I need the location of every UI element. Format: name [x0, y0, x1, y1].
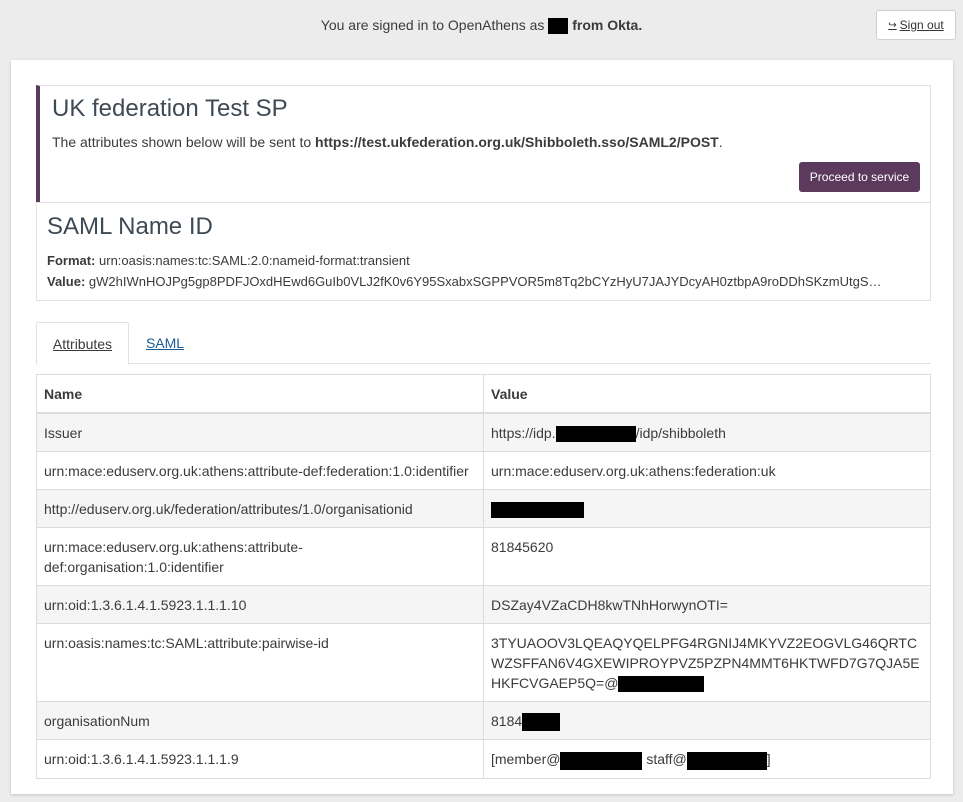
attribute-value	[483, 489, 931, 528]
sign-out-button[interactable]: ↪ Sign out	[876, 10, 956, 40]
column-header-name: Name	[36, 374, 484, 414]
service-endpoint: https://test.ukfederation.org.uk/Shibbol…	[315, 134, 719, 150]
table-header-row: Name Value	[36, 374, 931, 414]
attribute-name: urn:mace:eduserv.org.uk:athens:attribute…	[36, 451, 484, 490]
attribute-value: [member@ staff@]	[483, 739, 931, 779]
table-row: urn:mace:eduserv.org.uk:athens:attribute…	[36, 451, 931, 490]
redacted-value	[522, 713, 561, 732]
attribute-name: urn:oasis:names:tc:SAML:attribute:pairwi…	[36, 623, 484, 702]
proceed-to-service-button[interactable]: Proceed to service	[799, 162, 920, 192]
tab-bar: Attributes SAML	[36, 322, 931, 365]
attribute-value: https://idp./idp/shibboleth	[483, 412, 931, 452]
table-row: organisationNum 8184	[36, 700, 931, 741]
attribute-value: 8184	[483, 700, 931, 741]
attribute-name: urn:oid:1.3.6.1.4.1.5923.1.1.1.10	[36, 585, 484, 624]
redacted-value	[555, 426, 636, 443]
attribute-value: urn:mace:eduserv.org.uk:athens:federatio…	[483, 451, 931, 490]
table-row: http://eduserv.org.uk/federation/attribu…	[36, 489, 931, 528]
nameid-value: Value: gW2hIWnHOJPg5gp8PDFJOxdHEwd6GuIb0…	[47, 274, 882, 289]
table-row: urn:mace:eduserv.org.uk:athens:attribute…	[36, 527, 931, 586]
redacted-value	[491, 502, 584, 519]
attribute-name: organisationNum	[36, 700, 484, 741]
tab-attributes[interactable]: Attributes	[36, 322, 129, 365]
attribute-name: urn:mace:eduserv.org.uk:athens:attribute…	[36, 527, 484, 586]
nameid-format: Format: urn:oasis:names:tc:SAML:2.0:name…	[47, 253, 410, 268]
top-bar: You are signed in to OpenAthens as from …	[0, 0, 963, 50]
redacted-username	[548, 18, 569, 35]
redacted-value	[618, 676, 705, 693]
sign-out-icon: ↪	[888, 19, 897, 31]
table-row: Issuer https://idp./idp/shibboleth	[36, 412, 931, 452]
column-header-value: Value	[483, 374, 931, 414]
redacted-value	[560, 751, 643, 770]
attribute-name: urn:oid:1.3.6.1.4.1.5923.1.1.1.9	[36, 739, 484, 779]
tab-saml[interactable]: SAML	[131, 322, 199, 364]
attribute-value: 3TYUAOOV3LQEAQYQELPFG4RGNIJ4MKYVZ2EOGVLG…	[483, 623, 931, 702]
service-title: UK federation Test SP	[52, 95, 288, 122]
attribute-name: Issuer	[36, 412, 484, 452]
main-card: UK federation Test SP The attributes sho…	[11, 60, 953, 794]
attributes-table: Name Value Issuer https://idp./idp/shibb…	[36, 374, 931, 779]
table-row: urn:oid:1.3.6.1.4.1.5923.1.1.1.10 DSZay4…	[36, 585, 931, 624]
saml-nameid-panel: SAML Name ID Format: urn:oasis:names:tc:…	[36, 202, 931, 301]
signed-in-message: You are signed in to OpenAthens as from …	[320, 17, 643, 35]
nameid-title: SAML Name ID	[47, 213, 213, 240]
attribute-value: 81845620	[483, 527, 931, 586]
table-row: urn:oasis:names:tc:SAML:attribute:pairwi…	[36, 623, 931, 702]
redacted-value	[686, 751, 767, 770]
service-provider-panel: UK federation Test SP The attributes sho…	[36, 85, 931, 203]
table-row: urn:oid:1.3.6.1.4.1.5923.1.1.1.9 [member…	[36, 739, 931, 779]
attribute-name: http://eduserv.org.uk/federation/attribu…	[36, 489, 484, 528]
attribute-value: DSZay4VZaCDH8kwTNhHorwynOTI=	[483, 585, 931, 624]
service-description: The attributes shown below will be sent …	[52, 134, 723, 150]
